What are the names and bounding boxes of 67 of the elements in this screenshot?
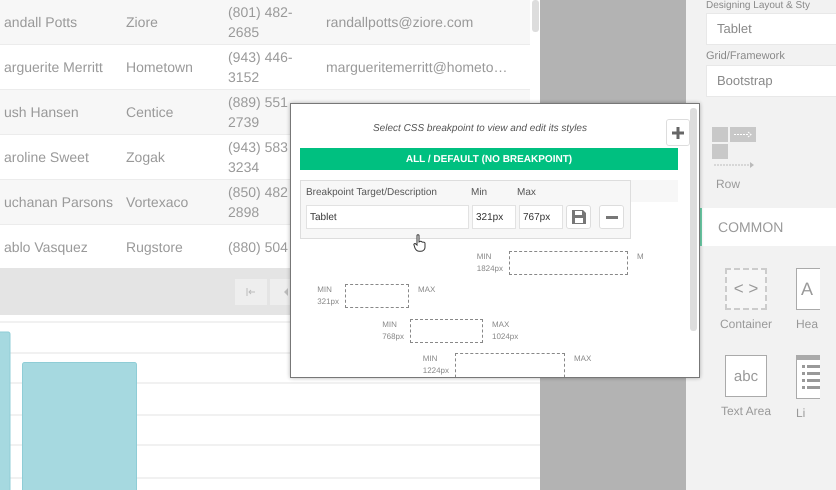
max-input[interactable]: 767px [519,205,563,229]
table-cell-text: uchanan Parsons [3,193,114,212]
scrollbar-thumb[interactable] [532,0,539,32]
table-cell-text: randallpotts@ziore.com [326,13,474,32]
table-cell-text: (850) 482 2898 [227,183,289,222]
max-value: 1024px [492,331,518,343]
table-cell-text: (889) 551 2739 [227,93,289,132]
tool-label: Row [716,177,740,191]
plus-icon [672,126,684,138]
table-cell-text: (943) 446-3152 [227,48,294,87]
add-breakpoint-button[interactable] [666,119,690,146]
save-button[interactable] [566,205,591,229]
dialog-caption: Select CSS breakpoint to view and edit its styles [372,123,588,134]
table-cell-text: Ziore [125,13,159,32]
default-breakpoint-button[interactable]: ALL / DEFAULT (NO BREAKPOINT) [300,148,678,170]
minus-icon [606,216,618,218]
tool-label: Li [796,406,806,420]
table-cell-text: Rugstore [125,238,184,257]
table-cell-text: arguerite Merritt [3,58,104,77]
min-value: 321px [317,296,339,308]
save-icon [572,210,586,224]
min-label: MIN [476,251,492,263]
tool-label: Container [720,317,772,331]
max-label: MAX [574,353,592,365]
tool-label: Text Area [720,404,772,418]
max-label: MAX [492,319,510,331]
table-cell-text: Hometown [125,58,194,77]
table-cell-text: andall Potts [3,13,78,32]
description-input[interactable]: Tablet [306,205,469,229]
remove-button[interactable] [599,205,624,229]
table-cell-text: margueritemerritt@hometo… [326,58,508,77]
heading-icon[interactable]: A [796,268,820,310]
breakpoint-box[interactable] [345,284,409,308]
table-cell-text: ablo Vasquez [3,238,89,257]
scrollbar-thumb[interactable] [690,108,697,331]
max-label: M [637,251,644,263]
table-cell-text: Vortexaco [125,193,190,212]
min-label: MIN [422,353,438,365]
column-label: Max [517,187,536,200]
min-label: MIN [317,284,333,296]
max-label: MAX [418,284,436,296]
text-area-icon[interactable]: abc [725,355,767,397]
table-cell-text: (943) 583 3234 [227,138,289,177]
container-icon[interactable]: < > [725,268,767,310]
table-cell-text: (880) 504 [227,238,289,257]
table-cell-text: aroline Sweet [3,148,90,167]
table-cell-text: Centice [125,103,174,122]
column-label: Min [471,187,488,200]
breakpoint-box[interactable] [410,319,483,343]
breakpoint-box[interactable] [455,353,565,377]
table-cell-text: Zogak [125,148,166,167]
min-value: 768px [382,331,404,343]
layout-dropdown[interactable]: Tablet [706,13,836,45]
list-icon[interactable] [796,355,820,399]
column-label: Breakpoint Target/Description [306,187,438,200]
table-cell-text: ush Hansen [3,103,80,122]
breakpoint-box[interactable] [509,251,628,275]
table-cell-text: (801) 482-2685 [227,3,294,42]
min-value: 1224px [422,365,449,377]
framework-dropdown[interactable]: Bootstrap [706,65,836,97]
first-page-icon [246,288,256,296]
tool-label: Hea [796,317,818,331]
field-label: Grid/Framework [706,50,786,62]
min-value: 1824px [476,263,503,275]
min-label: MIN [382,319,398,331]
field-label: Designing Layout & Sty [706,0,811,11]
min-input[interactable]: 321px [472,205,516,229]
